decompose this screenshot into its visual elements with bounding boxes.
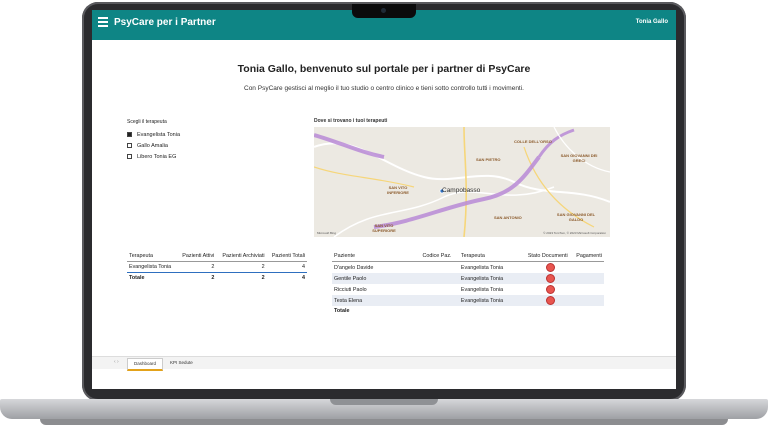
map-label: SAN PIETRO xyxy=(476,157,501,162)
column-header[interactable]: Pazienti Totali xyxy=(266,250,307,262)
status-cell xyxy=(525,295,575,306)
total-cell: 2 xyxy=(216,272,267,283)
page-tabs: ‹ › Dashboard KPI Sedute xyxy=(92,356,676,371)
table-row[interactable]: Evangelista Tonia 2 2 4 xyxy=(127,261,307,273)
table-row[interactable]: Ricciuti Paolo Evangelista Tonia xyxy=(332,284,604,295)
column-header[interactable]: Pazienti Attivi xyxy=(177,250,217,262)
column-header[interactable]: Terapeuta xyxy=(458,250,526,262)
map-logo: Microsoft Bing xyxy=(317,231,337,235)
table-cell: Evangelista Tonia xyxy=(460,264,504,271)
table-cell xyxy=(574,262,604,274)
summary-table: Terapeuta Pazienti Attivi Pazienti Archi… xyxy=(127,250,307,283)
map-attribution: © 2023 TomTom, © 2023 Microsoft Corporat… xyxy=(543,231,606,235)
patients-table: Paziente Codice Paz. Terapeuta Stato Doc… xyxy=(332,250,604,316)
user-name[interactable]: Tonia Gallo xyxy=(636,19,668,25)
column-header[interactable]: Paziente xyxy=(332,250,421,262)
table-cell: 2 xyxy=(216,261,267,273)
table-cell: Ricciuti Paolo xyxy=(334,286,367,293)
table-cell xyxy=(574,284,604,295)
table-cell xyxy=(574,295,604,306)
total-label: Totale xyxy=(127,272,178,283)
table-row[interactable]: Testa Elena Evangelista Tonia xyxy=(332,295,604,306)
table-row[interactable]: D'angelo Davide Evangelista Tonia xyxy=(332,262,604,274)
checkbox-checked-icon[interactable] xyxy=(127,132,132,137)
table-cell: Evangelista Tonia xyxy=(458,295,526,306)
map-label: SAN VITO SUPERIORE xyxy=(372,223,396,233)
map-label: COLLE DELL'ORSO xyxy=(514,139,552,144)
map-label: SAN VITO INFERIORE xyxy=(387,185,409,195)
slicer-item[interactable]: Evangelista Tonia xyxy=(127,129,237,140)
table-cell: 2 xyxy=(177,261,217,273)
welcome-heading: Tonia Gallo, benvenuto sul portale per i… xyxy=(237,63,531,75)
tab-dashboard[interactable]: Dashboard xyxy=(127,358,164,371)
laptop-base-notch xyxy=(330,399,438,405)
status-cell xyxy=(526,284,574,295)
total-row: Totale 2 2 4 xyxy=(127,272,307,283)
map-label: SAN GIOVANNI DEL GALDO xyxy=(556,212,596,222)
total-label: Totale xyxy=(334,308,350,314)
status-cell xyxy=(525,273,575,284)
table-cell xyxy=(420,273,459,284)
camera-icon xyxy=(381,8,386,13)
therapist-slicer: Scegli il terapeuta Evangelista Tonia Ga… xyxy=(127,119,237,162)
map-visual[interactable]: Campobasso COLLE DELL'ORSO SAN PIETRO SA… xyxy=(314,127,610,237)
map-title: Dove si trovano i tuoi terapeuti xyxy=(314,118,388,124)
slicer-title: Scegli il terapeuta xyxy=(127,119,167,125)
column-header[interactable]: Pazienti Archiviati xyxy=(216,250,267,262)
table-cell: Testa Elena xyxy=(332,295,421,306)
map-city-label: Campobasso xyxy=(442,187,481,194)
table-cell: Evangelista Tonia xyxy=(458,273,526,284)
table-cell: 4 xyxy=(266,261,307,273)
welcome-subtitle: Con PsyCare gestisci al meglio il tuo st… xyxy=(244,85,524,92)
table-cell xyxy=(420,284,458,295)
map-label: SAN ANTONIO xyxy=(494,215,522,220)
map-label: SAN GIOVANNI DEI GRECI xyxy=(560,153,598,163)
total-row: Totale xyxy=(332,306,604,316)
slicer-item-label: Evangelista Tonia xyxy=(137,131,181,138)
tab-kpi-sedute[interactable]: KPI Sedute xyxy=(164,358,199,368)
status-cell xyxy=(526,262,574,274)
column-header[interactable]: Stato Documenti xyxy=(525,250,575,262)
total-cell: 4 xyxy=(266,272,307,283)
hamburger-menu-icon[interactable] xyxy=(98,17,108,27)
status-dot-icon xyxy=(545,296,555,305)
screen: PsyCare per i Partner Tonia Gallo Tonia … xyxy=(92,10,676,389)
table-cell: Evangelista Tonia xyxy=(127,261,178,273)
tab-scroll-arrows-icon[interactable]: ‹ › xyxy=(114,359,119,365)
laptop-shadow xyxy=(40,419,728,425)
table-cell: Evangelista Tonia xyxy=(460,286,504,293)
table-cell xyxy=(420,295,459,306)
status-dot-icon xyxy=(545,285,555,294)
slicer-item-label: Libero Tonia EG xyxy=(137,153,177,160)
column-header[interactable]: Pagamenti xyxy=(574,250,604,262)
table-cell xyxy=(574,273,604,284)
slicer-item-label: Gallo Amalia xyxy=(137,142,168,149)
column-header[interactable]: Codice Paz. xyxy=(420,250,459,262)
status-dot-icon xyxy=(545,263,555,272)
slicer-item[interactable]: Libero Tonia EG xyxy=(127,151,237,162)
status-dot-icon xyxy=(545,274,555,283)
checkbox-icon[interactable] xyxy=(127,143,132,148)
table-row[interactable]: Gentile Paolo Evangelista Tonia xyxy=(332,273,604,284)
slicer-item[interactable]: Gallo Amalia xyxy=(127,140,237,151)
table-cell: D'angelo Davide xyxy=(334,264,374,271)
app-title: PsyCare per i Partner xyxy=(114,17,216,28)
column-header[interactable]: Terapeuta xyxy=(127,250,178,262)
table-cell xyxy=(420,262,458,274)
checkbox-icon[interactable] xyxy=(127,154,132,159)
table-cell: Gentile Paolo xyxy=(332,273,421,284)
total-cell: 2 xyxy=(177,272,217,283)
